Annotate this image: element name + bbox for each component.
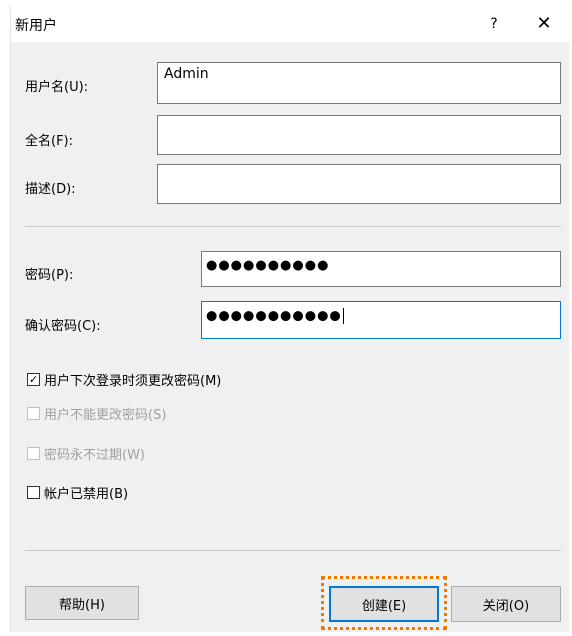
help-button[interactable]: 帮助(H) xyxy=(25,586,139,620)
new-user-dialog: 新用户 ? ✕ 用户名(U): Admin 全名(F): 描述(D): 密码(P… xyxy=(10,6,569,632)
description-label: 描述(D): xyxy=(25,182,76,197)
checkbox-password-never-expires: 密码永不过期(W) xyxy=(27,444,145,463)
separator-top xyxy=(25,226,561,227)
title-bar: 新用户 ? ✕ xyxy=(11,6,569,42)
description-field[interactable] xyxy=(157,164,561,204)
username-value: Admin xyxy=(164,66,209,82)
checkbox-checked-icon[interactable]: ✓ xyxy=(27,372,40,386)
fullname-label: 全名(F): xyxy=(25,134,74,149)
checkbox-unchecked-icon[interactable] xyxy=(27,485,40,499)
create-button[interactable]: 创建(E) xyxy=(329,586,439,622)
checkbox-unchecked-icon xyxy=(27,406,40,420)
checkbox-account-disabled[interactable]: 帐户已禁用(B) xyxy=(27,483,129,502)
password-field[interactable]: ●●●●●●●●●● xyxy=(201,251,561,287)
checkbox-must-change-password[interactable]: ✓ 用户下次登录时须更改密码(M) xyxy=(27,370,222,389)
username-label: 用户名(U): xyxy=(25,80,89,95)
separator-bottom xyxy=(25,550,561,551)
confirm-password-mask: ●●●●●●●●●●● xyxy=(206,308,342,324)
dialog-title: 新用户 xyxy=(15,18,57,34)
close-icon[interactable]: ✕ xyxy=(529,12,559,36)
help-icon[interactable]: ? xyxy=(481,12,507,36)
checkbox-cannot-change-password: 用户不能更改密码(S) xyxy=(27,404,167,423)
password-label: 密码(P): xyxy=(25,268,74,283)
confirm-password-field[interactable]: ●●●●●●●●●●● xyxy=(201,301,561,339)
checkbox-label: 用户下次登录时须更改密码(M) xyxy=(44,373,222,389)
close-button[interactable]: 关闭(O) xyxy=(451,586,561,622)
checkbox-label: 用户不能更改密码(S) xyxy=(44,407,167,423)
checkbox-label: 密码永不过期(W) xyxy=(44,447,145,463)
checkbox-label: 帐户已禁用(B) xyxy=(44,486,129,502)
fullname-field[interactable] xyxy=(157,115,561,155)
text-caret xyxy=(342,308,344,324)
checkbox-unchecked-icon xyxy=(27,446,40,460)
confirm-password-label: 确认密码(C): xyxy=(25,319,101,334)
username-field[interactable]: Admin xyxy=(157,62,561,104)
password-mask: ●●●●●●●●●● xyxy=(206,258,330,273)
